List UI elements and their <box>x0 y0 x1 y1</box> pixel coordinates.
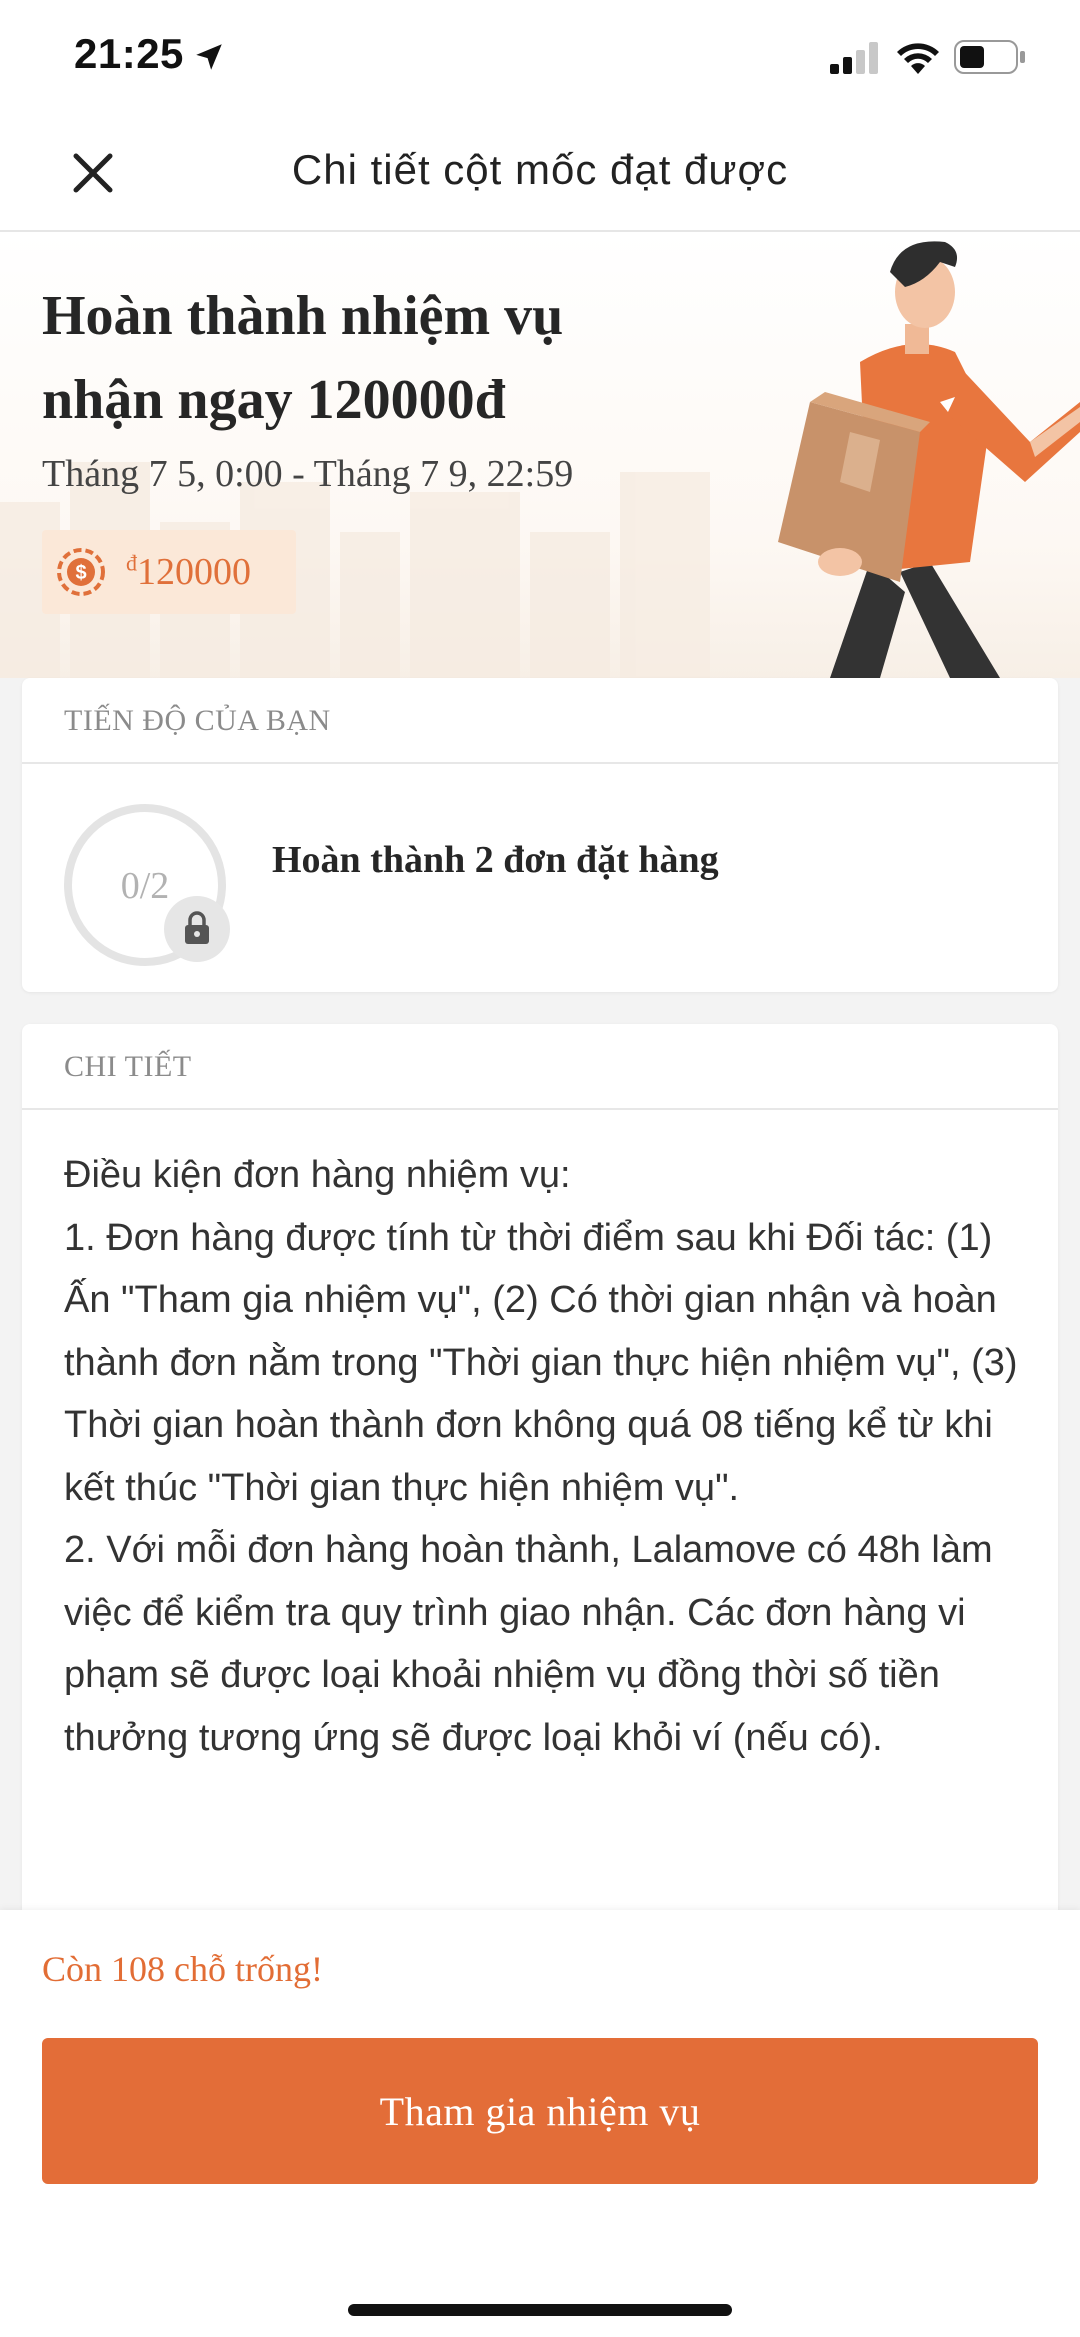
lock-icon <box>185 911 209 944</box>
join-mission-button[interactable]: Tham gia nhiệm vụ <box>42 2038 1038 2184</box>
wifi-icon <box>897 43 939 74</box>
coin-icon: $ <box>57 548 105 596</box>
reward-amount: đ120000 <box>126 550 251 594</box>
progress-card-header: TIẾN ĐỘ CỦA BẠN <box>22 678 1058 764</box>
reward-currency: đ <box>126 550 137 576</box>
remaining-slots-text: Còn 108 chỗ trống! <box>42 1949 323 1989</box>
battery-icon <box>954 40 1025 74</box>
detail-card-header: CHI TIẾT <box>22 1024 1058 1110</box>
page-title: Chi tiết cột mốc đạt được <box>291 146 789 193</box>
svg-text:$: $ <box>75 562 86 584</box>
detail-header-label: CHI TIẾT <box>64 1050 192 1083</box>
courier-illustration <box>778 241 1080 678</box>
detail-line-2: 2. Với mỗi đơn hàng hoàn thành, Lalamove… <box>64 1529 993 1759</box>
hero-banner: Hoàn thành nhiệm vụ nhận ngay 120000đ Th… <box>0 232 1080 678</box>
progress-card: TIẾN ĐỘ CỦA BẠN 0/2 Hoàn thành 2 đơn đặt… <box>22 678 1058 992</box>
nav-bar: Chi tiết cột mốc đạt được <box>0 120 1080 232</box>
location-arrow-icon <box>196 44 222 70</box>
progress-header-label: TIẾN ĐỘ CỦA BẠN <box>64 704 331 737</box>
detail-text: Điều kiện đơn hàng nhiệm vụ: 1. Đơn hàng… <box>64 1144 1018 1769</box>
bottom-action-bar: Còn 108 chỗ trống! Tham gia nhiệm vụ <box>0 1910 1080 2337</box>
lock-badge <box>164 896 230 962</box>
mission-title: Hoàn thành nhiệm vụ nhận ngay 120000đ <box>42 285 564 431</box>
detail-line-title: Điều kiện đơn hàng nhiệm vụ: <box>64 1154 571 1196</box>
detail-line-1: 1. Đơn hàng được tính từ thời điểm sau k… <box>64 1216 1018 1509</box>
status-time: 21:25 <box>74 30 184 77</box>
reward-amount-value: 120000 <box>137 551 251 593</box>
progress-task-label: Hoàn thành 2 đơn đặt hàng <box>272 839 719 881</box>
mission-date-range: Tháng 7 5, 0:00 - Tháng 7 9, 22:59 <box>42 453 574 495</box>
status-bar: 21:25 <box>0 0 1080 120</box>
signal-icon <box>830 42 878 74</box>
reward-chip: $ đ120000 <box>42 530 296 614</box>
detail-card: CHI TIẾT Điều kiện đơn hàng nhiệm vụ: 1.… <box>22 1024 1058 2024</box>
home-indicator <box>348 2304 732 2316</box>
